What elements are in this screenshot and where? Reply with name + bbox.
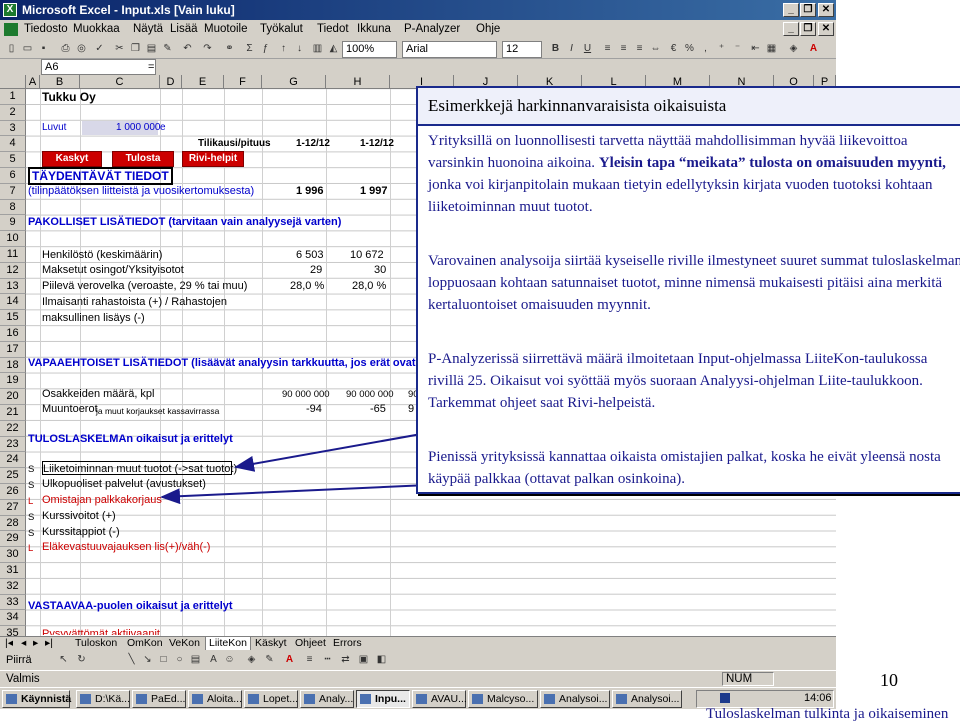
slide-page-number: 10 <box>880 670 898 690</box>
explanation-callout: Esimerkkejä harkinnanvaraisista oikaisui… <box>416 86 960 494</box>
callout-p1-tail: jonka voi kirjanpitolain mukaan tietyin … <box>428 177 933 215</box>
callout-paragraph-4: Pienissä yrityksissä kannattaa oikaista … <box>428 449 941 487</box>
callout-heading: Esimerkkejä harkinnanvaraisista oikaisui… <box>418 88 960 126</box>
slide-footer: Tuloslaskelman tulkinta ja oikaiseminen <box>706 706 949 722</box>
callout-paragraph-3: P-Analyzerissä siirrettävä määrä ilmoite… <box>428 351 928 411</box>
callout-paragraph-2: Varovainen analysoija siirtää kyseiselle… <box>428 253 960 313</box>
callout-paragraph-1: Yrityksillä on luonnollisesti tarvetta n… <box>428 130 960 218</box>
callout-p1-bold: Yleisin tapa “meikata” tulosta on omaisu… <box>598 155 946 171</box>
